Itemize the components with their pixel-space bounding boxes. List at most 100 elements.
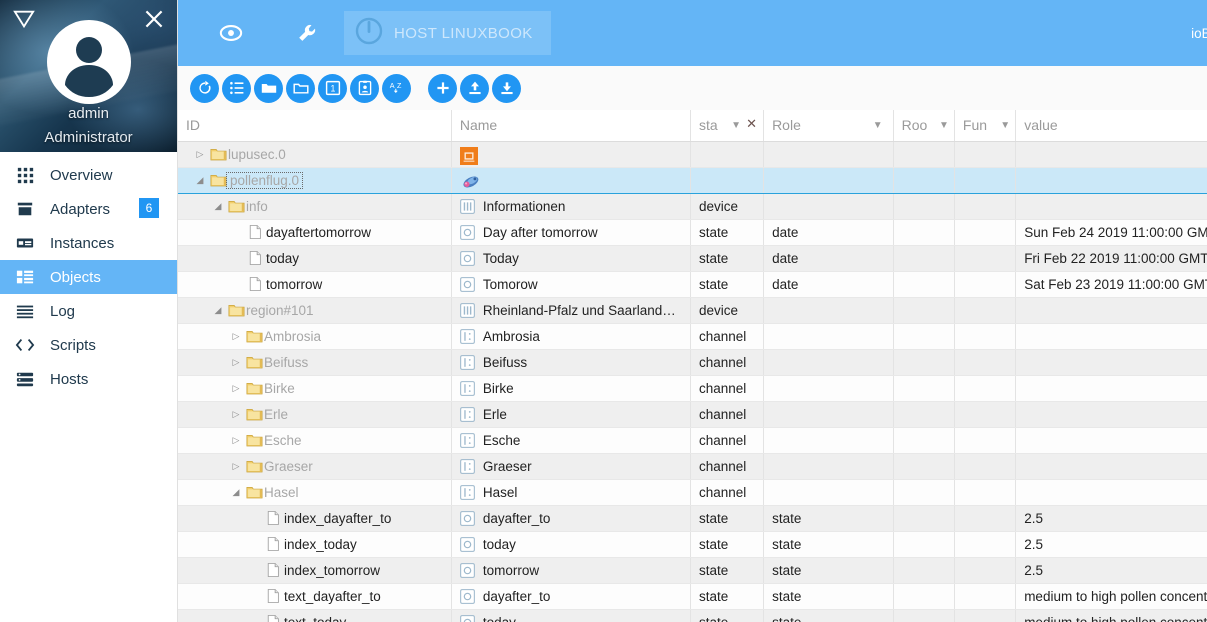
close-icon[interactable] [141, 6, 167, 32]
table-row[interactable]: ▷ Ambrosia Ambrosia channel [178, 323, 1207, 350]
cell-name[interactable]: dayafter_to [451, 505, 692, 532]
wrench-icon[interactable] [288, 14, 326, 52]
cell-name[interactable]: Birke [451, 375, 692, 402]
table-row[interactable]: dayaftertomorrow Day after tomorrow state d… [178, 219, 1207, 246]
column-header-state[interactable]: sta ▼ ✕ [690, 110, 765, 142]
chevron-down-icon[interactable]: ▼ [939, 120, 949, 131]
column-header-id[interactable]: ID [178, 110, 452, 142]
cell-name[interactable]: Beifuss [451, 349, 692, 376]
cell-id[interactable]: index_dayafter_to [178, 505, 452, 532]
cell-name[interactable]: Ambrosia [451, 323, 692, 350]
cell-name[interactable]: Informationen [451, 193, 692, 220]
expand-triangle-icon[interactable]: ▷ [228, 402, 244, 427]
chevron-down-icon[interactable]: ▼ [1000, 120, 1010, 131]
sidebar-item-instances[interactable]: Instances [0, 226, 177, 260]
collapse-triangle-icon[interactable]: ◢ [210, 194, 226, 219]
expand-triangle-icon[interactable]: ▷ [228, 350, 244, 375]
sidebar-item-scripts[interactable]: Scripts [0, 328, 177, 362]
cell-id[interactable]: ◢ pollenflug.0 [178, 166, 452, 194]
cell-id[interactable]: tomorrow [178, 271, 452, 298]
column-header-function[interactable]: Fun ▼ [954, 110, 1017, 142]
collapse-triangle-icon[interactable]: ◢ [228, 480, 244, 505]
import-button[interactable] [460, 73, 489, 103]
cell-id[interactable]: ▷ lupusec.0 [178, 141, 452, 168]
column-header-value[interactable]: value [1015, 110, 1207, 142]
cell-id[interactable]: index_today [178, 531, 452, 558]
sidebar-item-log[interactable]: Log [0, 294, 177, 328]
cell-name[interactable]: today [451, 609, 692, 622]
table-row[interactable]: ▷ Beifuss Beifuss channel [178, 349, 1207, 376]
eye-icon[interactable] [212, 14, 250, 52]
column-header-name[interactable]: Name [451, 110, 692, 142]
table-row[interactable]: tomorrow Tomorow state date Sat Feb 23 2019 … [178, 271, 1207, 298]
cell-name[interactable]: dayafter_to [451, 583, 692, 610]
cell-name[interactable]: Erle [451, 401, 692, 428]
cell-id[interactable]: dayaftertomorrow [178, 219, 452, 246]
expand-one-button[interactable]: 1 [318, 73, 347, 103]
cell-id[interactable]: ▷ Graeser [178, 453, 452, 480]
clear-filter-icon[interactable]: ✕ [746, 116, 757, 132]
cell-id[interactable]: index_tomorrow [178, 557, 452, 584]
table-row[interactable]: index_today today state state 2.5 [178, 531, 1207, 558]
table-row[interactable]: ◢ region#101 Rheinland-Pfalz und Saarland…… [178, 297, 1207, 324]
expand-triangle-icon[interactable]: ▷ [228, 376, 244, 401]
chevron-down-icon[interactable]: ▼ [873, 120, 883, 131]
cell-id[interactable]: ▷ Erle [178, 401, 452, 428]
cell-id[interactable]: ◢ info [178, 193, 452, 220]
table-row[interactable]: index_tomorrow tomorrow state state 2.5 [178, 557, 1207, 584]
table-row[interactable]: text_today today state state medium to high … [178, 609, 1207, 622]
table-row[interactable]: ◢ info Informationen device [178, 193, 1207, 220]
export-button[interactable] [492, 73, 521, 103]
expand-triangle-icon[interactable]: ▷ [192, 142, 208, 167]
refresh-button[interactable] [190, 73, 219, 103]
cell-id[interactable]: ▷ Ambrosia [178, 323, 452, 350]
cell-id[interactable]: ◢ region#101 [178, 297, 452, 324]
collapse-triangle-icon[interactable]: ◢ [210, 298, 226, 323]
expand-list-button[interactable] [222, 73, 251, 103]
cell-name[interactable]: Esche [451, 427, 692, 454]
sidebar-item-overview[interactable]: Overview [0, 158, 177, 192]
cell-name[interactable]: Hasel [451, 479, 692, 506]
expand-all-button[interactable] [254, 73, 283, 103]
expand-triangle-icon[interactable]: ▷ [228, 428, 244, 453]
sidebar-item-hosts[interactable]: Hosts [0, 362, 177, 396]
table-row[interactable]: ◢ pollenflug.0 [178, 166, 1207, 194]
sidebar-item-objects[interactable]: Objects [0, 260, 177, 294]
cell-id[interactable]: today [178, 245, 452, 272]
table-row[interactable]: ▷ lupusec.0 [178, 141, 1207, 168]
expand-triangle-icon[interactable]: ▷ [228, 324, 244, 349]
table-row[interactable]: ▷ Birke Birke channel [178, 375, 1207, 402]
column-header-role[interactable]: Role ▼ [763, 110, 894, 142]
cell-name[interactable] [451, 141, 692, 168]
host-selector[interactable]: HOST LINUXBOOK [344, 11, 551, 55]
cell-id[interactable]: ▷ Birke [178, 375, 452, 402]
table-row[interactable]: ▷ Graeser Graeser channel [178, 453, 1207, 480]
cell-id[interactable]: text_today [178, 609, 452, 622]
cell-name[interactable]: Graeser [451, 453, 692, 480]
show-description-button[interactable] [350, 73, 379, 103]
cell-id[interactable]: ▷ Esche [178, 427, 452, 454]
add-object-button[interactable] [428, 73, 457, 103]
expand-triangle-icon[interactable]: ▷ [228, 454, 244, 479]
cell-name[interactable]: Rheinland-Pfalz und Saarland… [451, 297, 692, 324]
cell-id[interactable]: ◢ Hasel [178, 479, 452, 506]
cell-name[interactable]: Tomorow [451, 271, 692, 298]
table-row[interactable]: ◢ Hasel Hasel channel [178, 479, 1207, 506]
collapse-all-button[interactable] [286, 73, 315, 103]
cell-name[interactable]: Day after tomorrow [451, 219, 692, 246]
table-row[interactable]: ▷ Erle Erle channel [178, 401, 1207, 428]
table-row[interactable]: index_dayafter_to dayafter_to state state 2.… [178, 505, 1207, 532]
cell-id[interactable]: text_dayafter_to [178, 583, 452, 610]
cell-id[interactable]: ▷ Beifuss [178, 349, 452, 376]
column-header-room[interactable]: Roo ▼ [893, 110, 955, 142]
collapse-triangle-icon[interactable]: ◢ [192, 168, 208, 192]
chevron-down-icon[interactable]: ▼ [731, 120, 741, 131]
table-row[interactable]: today Today state date Fri Feb 22 2019 11:00… [178, 245, 1207, 272]
cell-name[interactable]: today [451, 531, 692, 558]
table-row[interactable]: ▷ Esche Esche channel [178, 427, 1207, 454]
cell-name[interactable]: Today [451, 245, 692, 272]
table-row[interactable]: text_dayafter_to dayafter_to state state med… [178, 583, 1207, 610]
sort-az-button[interactable]: A Z [382, 73, 411, 103]
cell-name[interactable]: tomorrow [451, 557, 692, 584]
sidebar-item-adapters[interactable]: Adapters 6 [0, 192, 177, 226]
